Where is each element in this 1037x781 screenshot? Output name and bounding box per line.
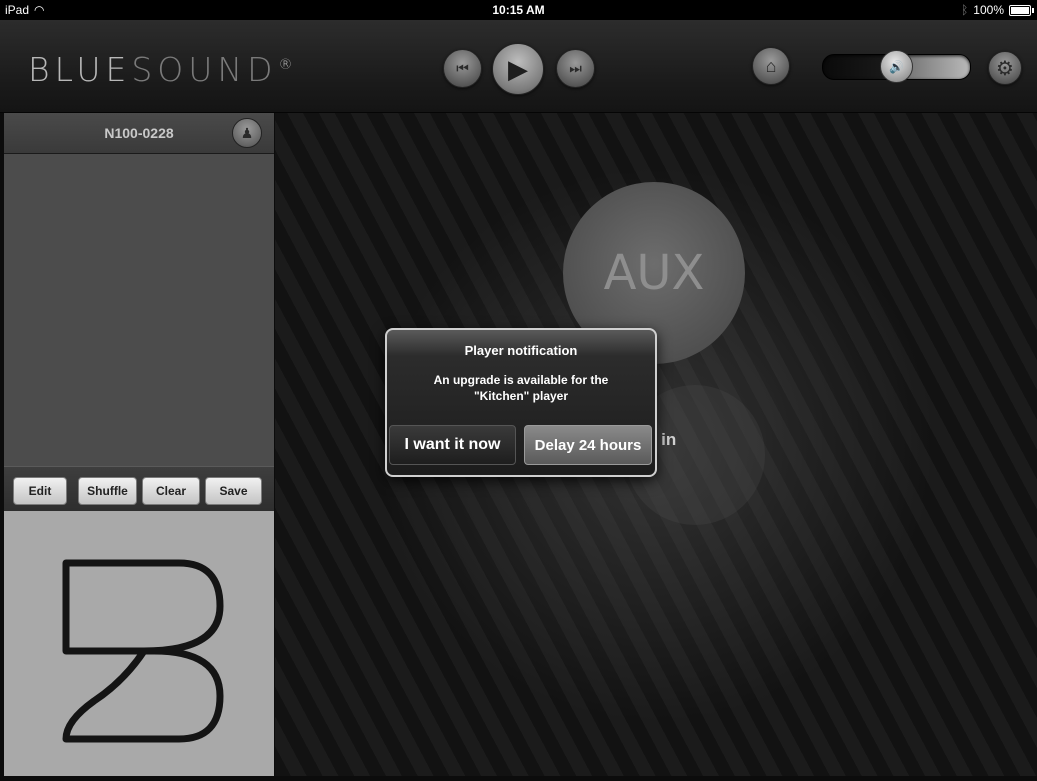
queue-toolbar: Edit Shuffle Clear Save xyxy=(4,466,274,512)
settings-button[interactable]: ⚙ xyxy=(988,51,1022,85)
status-bar: iPad ◠ 10:15 AM ᛒ 100% xyxy=(0,0,1037,20)
brand-dim: SOUND xyxy=(131,50,278,89)
delay-upgrade-button[interactable]: Delay 24 hours xyxy=(524,425,652,465)
player-select-icon[interactable]: ♟ xyxy=(232,118,262,148)
volume-knob[interactable]: 🔊 xyxy=(880,50,913,83)
battery-icon xyxy=(1009,4,1034,16)
brand-main: BLUE xyxy=(28,50,132,89)
upgrade-now-button[interactable]: I want it now xyxy=(389,425,516,465)
status-time: 10:15 AM xyxy=(492,3,545,17)
player-sidebar: N100-0228 ♟ Edit Shuffle Clear Save xyxy=(0,113,275,776)
dialog-title: Player notification xyxy=(464,343,578,358)
home-icon: ⌂ xyxy=(765,55,777,76)
previous-track-button[interactable]: ⏮ xyxy=(443,49,482,88)
status-right: ᛒ 100% xyxy=(961,3,1034,17)
bluesound-b-logo-icon xyxy=(62,559,224,743)
next-icon: ⏭ xyxy=(569,60,582,76)
bluetooth-icon: ᛒ xyxy=(961,3,969,17)
play-icon: ▶ xyxy=(508,53,528,84)
shuffle-button[interactable]: Shuffle xyxy=(78,477,137,505)
next-track-button[interactable]: ⏭ xyxy=(556,49,595,88)
edit-button[interactable]: Edit xyxy=(13,477,67,505)
clear-button[interactable]: Clear xyxy=(142,477,200,505)
gear-icon: ⚙ xyxy=(996,57,1014,80)
save-button[interactable]: Save xyxy=(205,477,262,505)
brand-mark: ® xyxy=(278,57,293,73)
play-button[interactable]: ▶ xyxy=(492,43,544,95)
dialog-message: An upgrade is available for the "Kitchen… xyxy=(397,372,645,404)
person-icon: ♟ xyxy=(240,124,254,141)
home-button[interactable]: ⌂ xyxy=(752,47,790,85)
player-notification-dialog: Player notification An upgrade is availa… xyxy=(385,328,657,477)
battery-percent: 100% xyxy=(973,3,1004,17)
previous-icon: ⏮ xyxy=(456,60,469,76)
dialog-message-line2: "Kitchen" player xyxy=(473,389,569,403)
player-header[interactable]: N100-0228 ♟ xyxy=(4,113,274,154)
play-queue[interactable] xyxy=(4,154,274,466)
top-bar: BLUESOUND® ⏮ ▶ ⏭ ⌂ 🔊 ⚙ xyxy=(0,20,1037,113)
dialog-message-line1: An upgrade is available for the xyxy=(433,373,609,387)
volume-icon: 🔊 xyxy=(889,59,904,74)
bluesound-logo: BLUESOUND® xyxy=(28,50,293,89)
album-art xyxy=(4,511,274,776)
aux-label: AUX xyxy=(603,245,705,301)
